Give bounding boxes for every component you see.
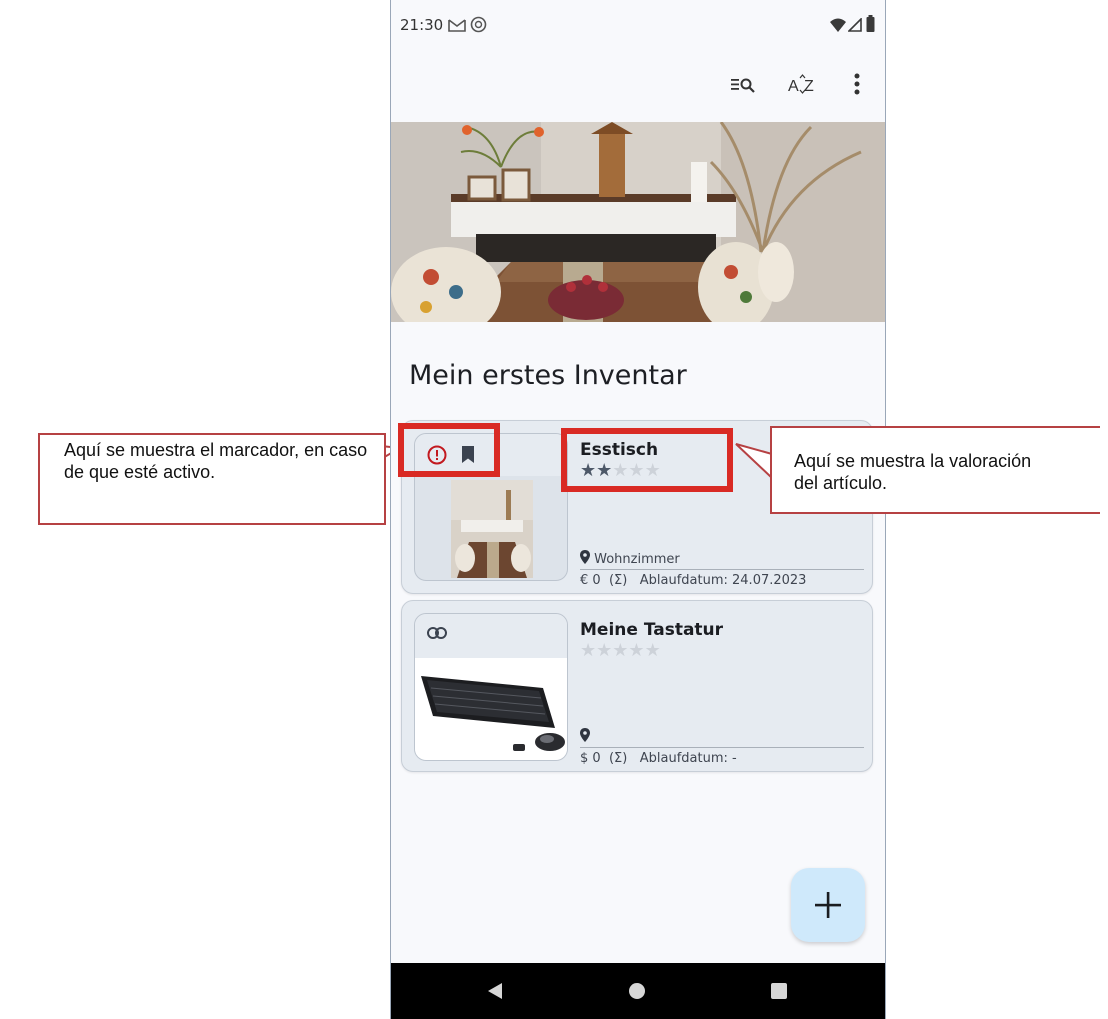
- back-icon[interactable]: [487, 982, 503, 1000]
- item-price: 0: [592, 751, 601, 766]
- item-rating: ★★★★★: [580, 640, 661, 661]
- item-sum-label: (Σ): [608, 573, 628, 588]
- item-currency: €: [580, 573, 589, 588]
- svg-text:Z: Z: [804, 78, 814, 94]
- item-sum-label: (Σ): [608, 751, 628, 766]
- system-nav-bar: [391, 963, 885, 1019]
- wifi-icon: [830, 18, 846, 32]
- item-expiry-label: Ablaufdatum:: [639, 573, 728, 588]
- more-vert-icon: [854, 73, 860, 95]
- svg-text:A: A: [788, 78, 799, 94]
- item-thumbnail: [414, 613, 568, 761]
- item-price: 0: [592, 573, 601, 588]
- location-pin-icon: [580, 550, 590, 564]
- sync-icon: [470, 16, 487, 33]
- battery-icon: [866, 15, 875, 32]
- callout-bookmark: Aquí se muestra el marcador, en caso de …: [38, 433, 386, 525]
- inventory-cover-image: [391, 122, 885, 322]
- home-icon[interactable]: [628, 982, 646, 1000]
- item-photo: [451, 480, 533, 578]
- plus-icon: [815, 892, 841, 918]
- star-empty-icon: ★: [596, 640, 613, 661]
- item-location: [580, 728, 590, 745]
- overflow-menu-button[interactable]: [847, 70, 867, 98]
- card-divider: [580, 747, 864, 748]
- item-meta: € 0 (Σ) Ablaufdatum: 24.07.2023: [580, 573, 806, 588]
- callout-rating-text: Aquí se muestra la valoración del artícu…: [794, 451, 1032, 493]
- star-empty-icon: ★: [612, 640, 629, 661]
- app-bar: A Z: [391, 60, 885, 110]
- star-empty-icon: ★: [580, 640, 597, 661]
- item-card[interactable]: Meine Tastatur ★★★★★ $ 0 (Σ) Ablaufdatum…: [401, 600, 873, 772]
- location-pin-icon: [580, 728, 590, 742]
- callout-rating: Aquí se muestra la valoración del artícu…: [770, 426, 1100, 514]
- item-location: Wohnzimmer: [580, 550, 680, 567]
- sort-az-icon: A Z: [788, 74, 814, 94]
- item-expiry-value: 24.07.2023: [732, 573, 807, 588]
- signal-icon: [848, 18, 862, 32]
- rating-highlight: [561, 428, 733, 492]
- callout-pointer-right: [735, 443, 773, 480]
- page-title: Mein erstes Inventar: [409, 360, 687, 391]
- star-empty-icon: ★: [644, 640, 661, 661]
- item-expiry-value: -: [732, 751, 737, 766]
- item-location-text: Wohnzimmer: [594, 552, 680, 567]
- bookmark-highlight: [398, 423, 500, 477]
- filter-search-icon: [731, 78, 755, 93]
- add-item-button[interactable]: [791, 868, 865, 942]
- gmail-icon: [448, 19, 466, 32]
- item-name: Meine Tastatur: [580, 620, 724, 640]
- card-divider: [580, 569, 864, 570]
- filter-search-button[interactable]: [729, 70, 759, 98]
- item-expiry-label: Ablaufdatum:: [639, 751, 728, 766]
- star-empty-icon: ★: [628, 640, 645, 661]
- item-currency: $: [580, 751, 589, 766]
- item-meta: $ 0 (Σ) Ablaufdatum: -: [580, 751, 737, 766]
- item-photo: [415, 658, 567, 760]
- status-bar: 21:30: [391, 0, 885, 46]
- callout-bookmark-text: Aquí se muestra el marcador, en caso de …: [64, 440, 368, 482]
- link-icon: [427, 627, 447, 639]
- status-time: 21:30: [400, 16, 444, 34]
- sort-button[interactable]: A Z: [786, 70, 820, 98]
- recents-icon[interactable]: [770, 982, 788, 1000]
